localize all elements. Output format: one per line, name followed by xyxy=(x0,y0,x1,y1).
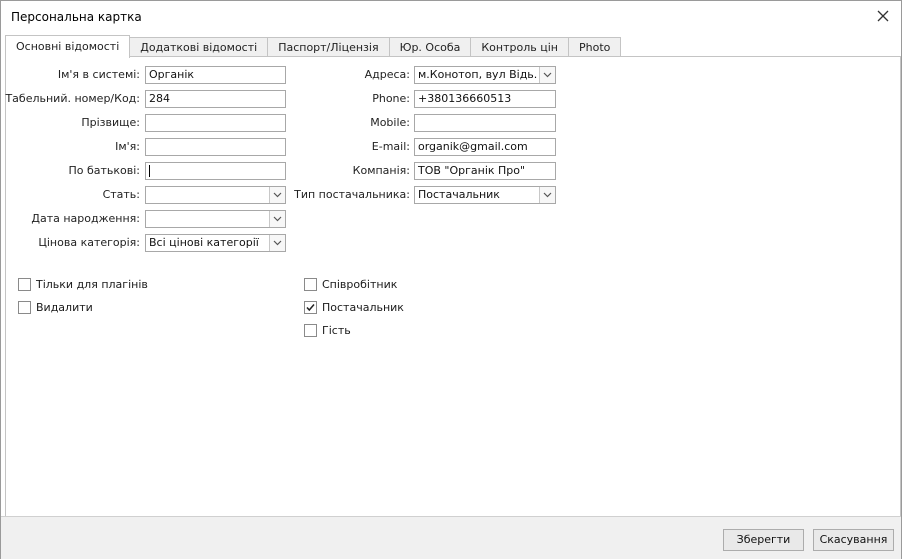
birth-date-dropdown-button[interactable] xyxy=(269,211,285,227)
tab-additional-info[interactable]: Додаткові відомості xyxy=(129,37,269,58)
supplier-checkbox-row[interactable]: Постачальник xyxy=(304,299,404,315)
surname-input[interactable] xyxy=(145,114,286,132)
guest-checkbox-row[interactable]: Гість xyxy=(304,322,351,338)
guest-label: Гість xyxy=(322,323,351,337)
delete-label: Видалити xyxy=(36,300,93,314)
supplier-type-value: Постачальник xyxy=(418,188,500,201)
cancel-button[interactable]: Скасування xyxy=(813,529,894,551)
first-name-input[interactable] xyxy=(145,138,286,156)
chevron-down-icon xyxy=(273,240,282,246)
tab-photo[interactable]: Photo xyxy=(567,37,622,58)
close-button[interactable] xyxy=(873,6,893,26)
address-dropdown-button[interactable] xyxy=(539,67,555,83)
save-button[interactable]: Зберегти xyxy=(723,529,804,551)
address-value: м.Конотоп, вул Відь... xyxy=(418,68,537,81)
employee-checkbox-row[interactable]: Співробітник xyxy=(304,276,397,292)
patronymic-label: По батькові: xyxy=(68,164,140,177)
main-info-panel: Ім'я в системі: Органік Табельний. номер… xyxy=(5,56,901,517)
supplier-type-label: Тип постачальника: xyxy=(294,188,410,201)
personal-card-dialog: Персональна картка Основні відомості Дод… xyxy=(0,0,902,559)
supplier-type-dropdown-button[interactable] xyxy=(539,187,555,203)
delete-checkbox[interactable] xyxy=(18,300,31,314)
employee-label: Співробітник xyxy=(322,277,398,291)
company-input[interactable]: ТОВ "Органік Про" xyxy=(414,162,556,180)
price-category-label: Цінова категорія: xyxy=(38,236,140,249)
supplier-checkbox[interactable] xyxy=(304,300,317,314)
tab-bar: Основні відомості Додаткові відомості Па… xyxy=(5,35,622,58)
price-category-select[interactable]: Всі цінові категорії xyxy=(145,234,286,252)
plugins-only-checkbox-row[interactable]: Тільки для плагінів xyxy=(18,276,148,292)
chevron-down-icon xyxy=(273,216,282,222)
tab-price-control[interactable]: Контроль цін xyxy=(470,37,569,58)
plugins-only-checkbox[interactable] xyxy=(18,277,31,291)
birth-date-label: Дата народження: xyxy=(31,212,140,225)
dialog-footer: Зберегти Скасування xyxy=(1,516,901,559)
patronymic-input[interactable] xyxy=(145,162,286,180)
delete-checkbox-row[interactable]: Видалити xyxy=(18,299,93,315)
guest-checkbox[interactable] xyxy=(304,323,317,337)
window-title: Персональна картка xyxy=(11,10,142,24)
gender-select[interactable] xyxy=(145,186,286,204)
mobile-label: Mobile: xyxy=(370,116,410,129)
plugins-only-label: Тільки для плагінів xyxy=(36,277,148,291)
chevron-down-icon xyxy=(543,192,552,198)
email-label: E-mail: xyxy=(371,140,410,153)
supplier-type-select[interactable]: Постачальник xyxy=(414,186,556,204)
address-select[interactable]: м.Конотоп, вул Відь... xyxy=(414,66,556,84)
phone-input[interactable]: +380136660513 xyxy=(414,90,556,108)
email-input[interactable]: organik@gmail.com xyxy=(414,138,556,156)
gender-label: Стать: xyxy=(102,188,140,201)
tab-number-input[interactable]: 284 xyxy=(145,90,286,108)
system-name-input[interactable]: Органік xyxy=(145,66,286,84)
close-icon xyxy=(877,10,889,22)
mobile-input[interactable] xyxy=(414,114,556,132)
tab-passport-license[interactable]: Паспорт/Ліцензія xyxy=(267,37,390,58)
price-category-dropdown-button[interactable] xyxy=(269,235,285,251)
tab-legal-entity[interactable]: Юр. Особа xyxy=(388,37,472,58)
text-caret xyxy=(149,165,150,177)
address-label: Адреса: xyxy=(364,68,410,81)
system-name-label: Ім'я в системі: xyxy=(57,68,140,81)
price-category-value: Всі цінові категорії xyxy=(149,236,259,249)
checkmark-icon xyxy=(306,303,315,311)
phone-label: Phone: xyxy=(372,92,410,105)
company-label: Компанія: xyxy=(352,164,410,177)
first-name-label: Ім'я: xyxy=(115,140,140,153)
gender-dropdown-button[interactable] xyxy=(269,187,285,203)
surname-label: Прізвище: xyxy=(81,116,140,129)
tab-number-label: Табельний. номер/Код: xyxy=(5,92,140,105)
birth-date-select[interactable] xyxy=(145,210,286,228)
supplier-label: Постачальник xyxy=(322,300,404,314)
tab-main-info[interactable]: Основні відомості xyxy=(5,35,131,58)
title-bar: Персональна картка xyxy=(1,1,901,33)
employee-checkbox[interactable] xyxy=(304,277,317,291)
chevron-down-icon xyxy=(543,72,552,78)
chevron-down-icon xyxy=(273,192,282,198)
